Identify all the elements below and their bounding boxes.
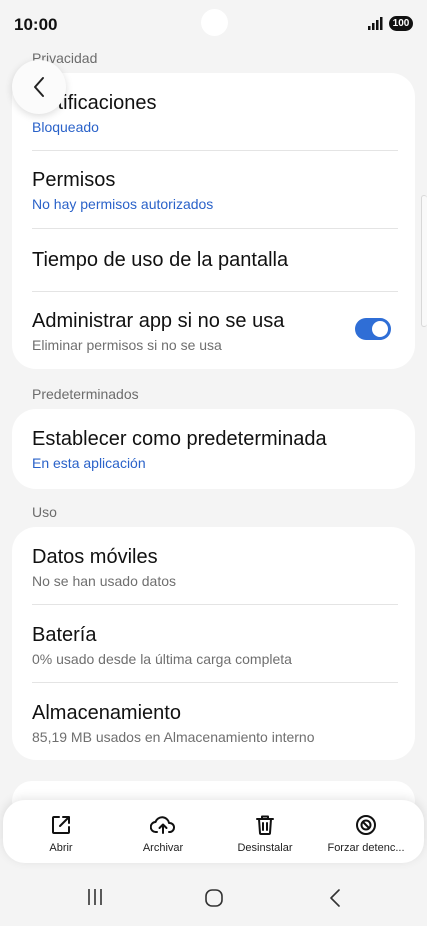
storage-title: Almacenamiento <box>32 702 181 724</box>
defaults-card: Establecer como predeterminada En esta a… <box>12 409 415 489</box>
manage-unused-title: Administrar app si no se usa <box>32 310 285 332</box>
status-bar: 10:00 100 <box>0 0 427 50</box>
divider <box>32 682 398 683</box>
list-item-notifications[interactable]: Notificaciones Bloqueado <box>32 91 395 135</box>
open-label: Abrir <box>49 842 73 854</box>
divider <box>32 228 398 229</box>
battery-title: Batería <box>32 624 97 646</box>
recent-apps-icon[interactable] <box>86 888 104 906</box>
home-icon[interactable] <box>204 888 224 908</box>
mobile-data-subtitle: No se han usado datos <box>32 573 176 589</box>
manage-unused-subtitle: Eliminar permisos si no se usa <box>32 337 222 353</box>
list-item-mobile-data[interactable]: Datos móviles No se han usado datos <box>32 545 395 589</box>
scroll-indicator[interactable] <box>421 195 427 327</box>
notifications-subtitle: Bloqueado <box>32 119 99 135</box>
list-item-storage[interactable]: Almacenamiento 85,19 MB usados en Almace… <box>32 701 395 745</box>
section-header-usage: Uso <box>32 504 57 520</box>
back-button[interactable] <box>12 60 66 114</box>
notifications-title: Notificaciones <box>32 92 157 114</box>
divider <box>32 604 398 605</box>
signal-icon <box>368 17 383 30</box>
permissions-title: Permisos <box>32 169 116 191</box>
force-stop-button[interactable]: Forzar detenc... <box>321 800 411 863</box>
bottom-action-bar: Abrir Archivar Desinstalar Forzar detenc… <box>3 800 424 863</box>
list-item-permissions[interactable]: Permisos No hay permisos autorizados <box>32 168 395 212</box>
open-external-icon <box>52 816 70 834</box>
block-icon <box>356 815 376 835</box>
system-nav-bar <box>0 870 427 926</box>
list-item-set-default[interactable]: Establecer como predeterminada En esta a… <box>32 427 395 471</box>
privacy-card: Notificaciones Bloqueado Permisos No hay… <box>12 73 415 369</box>
open-button[interactable]: Abrir <box>35 800 87 863</box>
battery-subtitle: 0% usado desde la última carga completa <box>32 651 292 667</box>
set-default-subtitle: En esta aplicación <box>32 455 146 471</box>
storage-subtitle: 85,19 MB usados en Almacenamiento intern… <box>32 729 315 745</box>
mobile-data-title: Datos móviles <box>32 546 158 568</box>
camera-cutout <box>201 9 228 36</box>
divider <box>32 150 398 151</box>
battery-indicator: 100 <box>389 16 413 31</box>
list-item-manage-unused-app[interactable]: Administrar app si no se usa Eliminar pe… <box>32 309 395 353</box>
back-nav-icon[interactable] <box>328 888 342 908</box>
force-stop-label: Forzar detenc... <box>327 842 405 854</box>
divider <box>32 291 398 292</box>
screen-time-title: Tiempo de uso de la pantalla <box>32 249 289 271</box>
usage-card: Datos móviles No se han usado datos Bate… <box>12 527 415 760</box>
cloud-upload-icon <box>150 816 176 834</box>
list-item-battery[interactable]: Batería 0% usado desde la última carga c… <box>32 623 395 667</box>
section-header-defaults: Predeterminados <box>32 386 139 402</box>
set-default-title: Establecer como predeterminada <box>32 428 327 450</box>
uninstall-label: Desinstalar <box>237 842 293 854</box>
back-arrow-icon <box>34 77 44 97</box>
status-time: 10:00 <box>14 15 58 34</box>
archive-label: Archivar <box>142 842 184 854</box>
trash-icon <box>256 815 274 835</box>
manage-unused-toggle[interactable] <box>355 318 391 340</box>
archive-button[interactable]: Archivar <box>123 800 203 863</box>
uninstall-button[interactable]: Desinstalar <box>225 800 305 863</box>
permissions-subtitle: No hay permisos autorizados <box>32 196 214 212</box>
list-item-screen-time[interactable]: Tiempo de uso de la pantalla <box>32 248 395 272</box>
